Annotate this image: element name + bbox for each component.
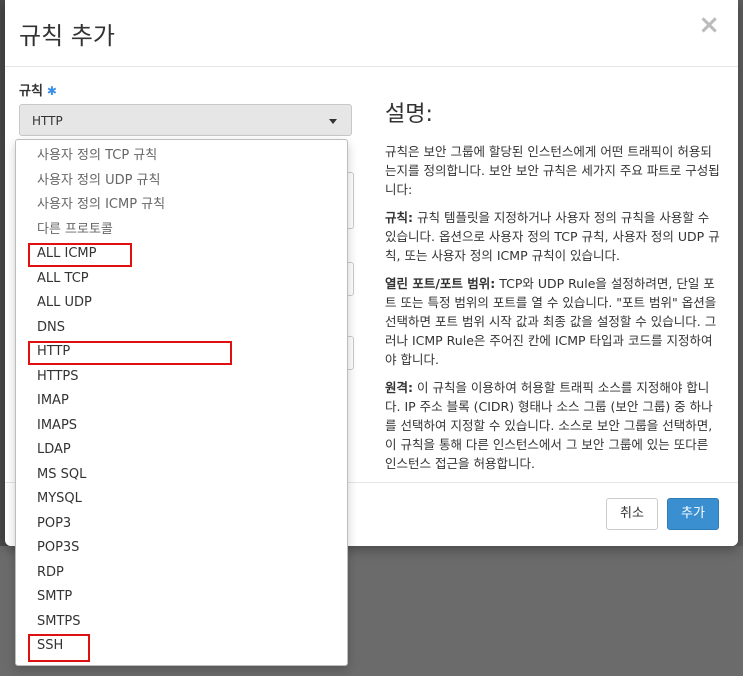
rule-dropdown-menu: 사용자 정의 TCP 규칙 사용자 정의 UDP 규칙 사용자 정의 ICMP …	[15, 139, 348, 666]
caret-down-icon	[329, 119, 337, 124]
description-intro: 규칙은 보안 그룹에 할당된 인스턴스에게 어떤 트래픽이 허용되는지를 정의합…	[385, 144, 720, 197]
dropdown-option-custom-icmp[interactable]: 사용자 정의 ICMP 규칙	[16, 193, 347, 218]
dropdown-option-custom-udp[interactable]: 사용자 정의 UDP 규칙	[16, 169, 347, 194]
close-icon[interactable]: ×	[698, 10, 720, 40]
dropdown-option-all-udp[interactable]: ALL UDP	[16, 291, 347, 316]
dropdown-option-ms-sql[interactable]: MS SQL	[16, 463, 347, 488]
modal-title: 규칙 추가	[19, 22, 115, 50]
description-panel: 설명: 규칙은 보안 그룹에 할당된 인스턴스에게 어떤 트래픽이 허용되는지를…	[385, 96, 723, 482]
remote-term: 원격:	[385, 380, 413, 395]
dropdown-option-imap[interactable]: IMAP	[16, 389, 347, 414]
dropdown-option-ldap[interactable]: LDAP	[16, 438, 347, 463]
cancel-button[interactable]: 취소	[606, 498, 658, 530]
rule-label-text: 규칙	[19, 84, 43, 99]
modal-header: 규칙 추가 ×	[5, 0, 738, 67]
description-heading: 설명:	[385, 102, 433, 127]
rule-field-label: 규칙 ✱	[19, 80, 57, 99]
dropdown-option-smtp[interactable]: SMTP	[16, 585, 347, 610]
add-button[interactable]: 추가	[667, 498, 719, 530]
dropdown-option-imaps[interactable]: IMAPS	[16, 414, 347, 439]
dropdown-option-dns[interactable]: DNS	[16, 316, 347, 341]
description-remote: 원격: 이 규칙을 이용하여 허용할 트래픽 소스를 지정해야 합니다. IP …	[385, 378, 723, 473]
dropdown-option-custom-tcp[interactable]: 사용자 정의 TCP 규칙	[16, 144, 347, 169]
dropdown-option-all-tcp[interactable]: ALL TCP	[16, 267, 347, 292]
dropdown-option-http[interactable]: HTTP	[16, 340, 347, 365]
dropdown-option-https[interactable]: HTTPS	[16, 365, 347, 390]
dropdown-option-ssh[interactable]: SSH	[16, 634, 347, 662]
dropdown-option-smtps[interactable]: SMTPS	[16, 610, 347, 635]
dropdown-option-other-protocol[interactable]: 다른 프로토콜	[16, 218, 347, 243]
description-port: 열린 포트/포트 범위: TCP와 UDP Rule을 설정하려면, 단일 포트…	[385, 274, 723, 369]
dropdown-option-rdp[interactable]: RDP	[16, 561, 347, 586]
rule-select-value: HTTP	[32, 114, 63, 128]
remote-text: 이 규칙을 이용하여 허용할 트래픽 소스를 지정해야 합니다. IP 주소 블…	[385, 380, 713, 471]
dropdown-option-pop3s[interactable]: POP3S	[16, 536, 347, 561]
dropdown-option-mysql[interactable]: MYSQL	[16, 487, 347, 512]
dropdown-option-pop3[interactable]: POP3	[16, 512, 347, 537]
dropdown-option-all-icmp[interactable]: ALL ICMP	[16, 242, 347, 267]
port-term: 열린 포트/포트 범위:	[385, 276, 496, 291]
required-icon: ✱	[46, 84, 57, 98]
description-rule: 규칙: 규칙 템플릿을 지정하거나 사용자 정의 규칙을 사용할 수 있습니다.…	[385, 208, 723, 265]
rule-text: 규칙 템플릿을 지정하거나 사용자 정의 규칙을 사용할 수 있습니다. 옵션으…	[385, 210, 720, 263]
rule-term: 규칙:	[385, 210, 413, 225]
rule-select[interactable]: HTTP	[19, 104, 352, 136]
